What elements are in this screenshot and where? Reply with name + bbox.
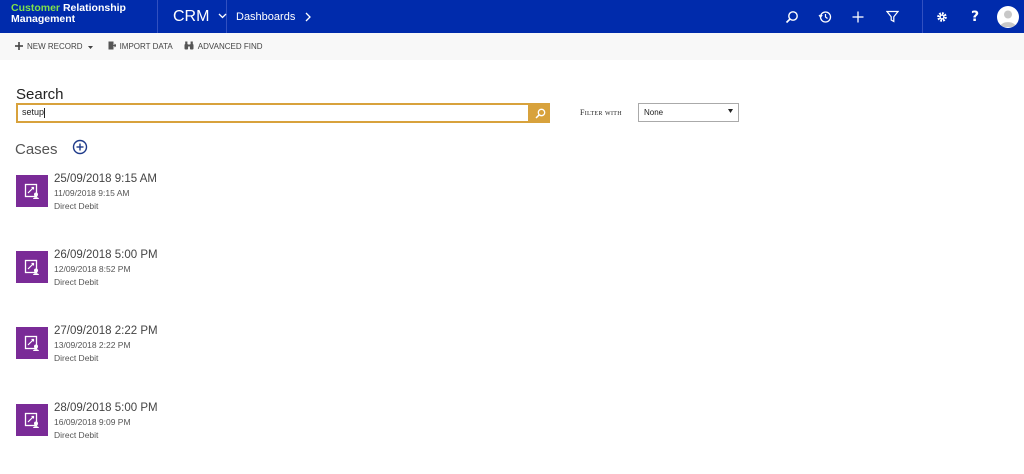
filter-icon[interactable] [877, 0, 907, 33]
gear-icon[interactable] [927, 0, 957, 33]
case-subject: Direct Debit [54, 430, 99, 440]
case-title[interactable]: 28/09/2018 5:00 PM [54, 402, 158, 414]
case-created-date: 11/09/2018 9:15 AM [54, 188, 130, 198]
search-input-value: setup [22, 107, 45, 117]
case-subject: Direct Debit [54, 353, 99, 363]
advanced-find-label: ADVANCED FIND [197, 42, 263, 51]
case-created-date: 13/09/2018 2:22 PM [54, 340, 131, 350]
advanced-find-button[interactable]: ADVANCED FIND [184, 41, 263, 52]
filter-with-select[interactable]: None [638, 103, 739, 122]
user-avatar[interactable] [997, 6, 1019, 28]
case-created-date: 12/09/2018 8:52 PM [54, 264, 131, 274]
cases-heading: Cases [15, 141, 58, 158]
text-cursor [44, 107, 46, 118]
module-name: CRM [173, 7, 210, 25]
add-case-button[interactable] [72, 139, 88, 155]
new-record-label: NEW RECORD [27, 42, 83, 51]
case-icon[interactable] [16, 251, 48, 283]
breadcrumb[interactable]: Dashboards [227, 9, 312, 25]
help-icon[interactable]: ? [960, 0, 990, 33]
add-circle-icon [72, 139, 88, 155]
plus-icon[interactable] [843, 0, 873, 33]
search-button[interactable] [530, 103, 550, 123]
case-icon[interactable] [16, 175, 48, 207]
import-data-button[interactable]: IMPORT DATA [108, 41, 173, 52]
history-icon[interactable] [810, 0, 840, 33]
search-input[interactable]: setup [16, 103, 530, 123]
case-icon[interactable] [16, 327, 48, 359]
import-icon [108, 41, 117, 52]
breadcrumb-dashboards[interactable]: Dashboards [236, 11, 295, 23]
search-icon [534, 108, 545, 119]
case-record[interactable]: 28/09/2018 5:00 PM 16/09/2018 9:09 PM Dire… [16, 402, 416, 474]
case-subject: Direct Debit [54, 277, 99, 287]
new-record-button[interactable]: NEW RECORD [15, 41, 93, 52]
app-brand[interactable]: Customer Relationship Management [0, 0, 158, 33]
filter-with-label: Filter with [580, 108, 622, 117]
filter-selected-value: None [644, 108, 664, 117]
topbar-divider [922, 0, 923, 33]
case-record[interactable]: 25/09/2018 9:15 AM 11/09/2018 9:15 AM Dire… [16, 173, 416, 245]
binoculars-icon [184, 41, 194, 52]
search-icon[interactable] [777, 0, 807, 33]
case-title[interactable]: 26/09/2018 5:00 PM [54, 249, 158, 261]
brand-word-management: Management [11, 13, 76, 25]
chevron-right-icon[interactable] [305, 9, 312, 25]
case-record[interactable]: 26/09/2018 5:00 PM 12/09/2018 8:52 PM Dire… [16, 249, 416, 321]
caret-down-icon [728, 109, 733, 115]
caret-down-icon [87, 42, 93, 51]
search-heading: Search [16, 86, 64, 103]
module-switcher[interactable]: CRM [158, 0, 227, 33]
import-data-label: IMPORT DATA [119, 42, 173, 51]
case-subject: Direct Debit [54, 201, 99, 211]
case-created-date: 16/09/2018 9:09 PM [54, 417, 131, 427]
case-icon[interactable] [16, 404, 48, 436]
plus-icon [15, 41, 23, 52]
command-bar: NEW RECORD IMPORT DATA ADVANCED FIND [0, 33, 1024, 60]
case-title[interactable]: 27/09/2018 2:22 PM [54, 325, 158, 337]
case-record[interactable]: 27/09/2018 2:22 PM 13/09/2018 2:22 PM Dire… [16, 325, 416, 397]
case-title[interactable]: 25/09/2018 9:15 AM [54, 173, 157, 185]
